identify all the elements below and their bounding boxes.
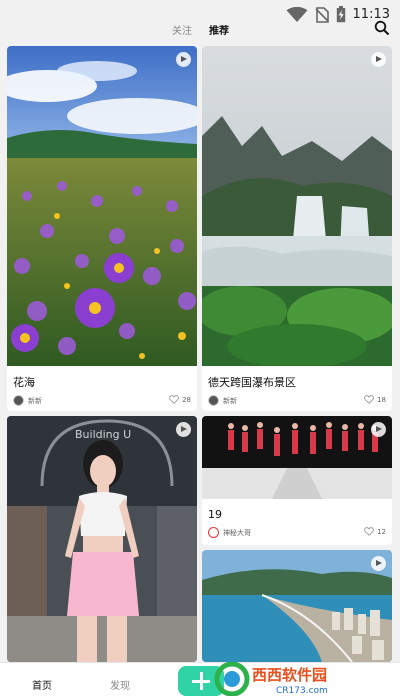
tab-follow[interactable]: 关注 xyxy=(172,22,192,37)
avatar[interactable] xyxy=(208,527,219,538)
card-meta: 新新 28 xyxy=(13,395,191,409)
watermark-logo: 西西软件园 CR173.com xyxy=(214,662,328,696)
card-title: 花海 xyxy=(13,376,35,389)
video-card-flower-sea[interactable]: 花海 新新 28 xyxy=(7,46,197,411)
play-icon xyxy=(371,52,386,67)
video-thumbnail: Building U xyxy=(7,416,197,662)
video-thumbnail xyxy=(202,416,392,499)
heart-icon xyxy=(364,395,374,404)
video-thumbnail xyxy=(202,550,392,662)
like-count-value: 12 xyxy=(377,527,386,536)
avatar[interactable] xyxy=(208,395,219,406)
video-card-waterfall[interactable]: 德天跨国瀑布景区 新新 18 xyxy=(202,46,392,411)
watermark-url: CR173.com xyxy=(276,686,328,696)
nav-home[interactable]: 首页 xyxy=(32,677,52,692)
play-icon xyxy=(176,52,191,67)
author-name[interactable]: 神秘大哥 xyxy=(223,528,251,538)
video-card-dancer[interactable]: Building U xyxy=(7,416,197,662)
heart-icon xyxy=(169,395,179,404)
like-count[interactable]: 12 xyxy=(364,527,386,536)
like-count[interactable]: 18 xyxy=(364,395,386,404)
video-thumbnail xyxy=(202,46,392,366)
play-icon xyxy=(371,556,386,571)
no-sim-icon xyxy=(314,6,329,23)
tab-recommend[interactable]: 推荐 xyxy=(209,22,229,37)
author-name[interactable]: 新新 xyxy=(28,396,42,406)
card-title: 19 xyxy=(208,508,222,521)
card-meta: 新新 18 xyxy=(208,395,386,409)
card-meta: 神秘大哥 12 xyxy=(208,527,386,541)
author-name[interactable]: 新新 xyxy=(223,396,237,406)
wifi-icon xyxy=(286,6,308,22)
like-count-value: 18 xyxy=(377,395,386,404)
play-icon xyxy=(371,422,386,437)
video-card-19[interactable]: 19 神秘大哥 12 xyxy=(202,416,392,545)
sign-text: Building U xyxy=(75,428,131,441)
like-count[interactable]: 28 xyxy=(169,395,191,404)
nav-discover[interactable]: 发现 xyxy=(110,677,130,692)
like-count-value: 28 xyxy=(182,395,191,404)
video-thumbnail xyxy=(7,46,197,366)
top-bar: 关注 推荐 11:13 xyxy=(0,0,400,44)
video-card-coast[interactable] xyxy=(202,550,392,662)
card-title: 德天跨国瀑布景区 xyxy=(208,376,296,389)
avatar[interactable] xyxy=(13,395,24,406)
heart-icon xyxy=(364,527,374,536)
search-icon[interactable] xyxy=(374,20,390,36)
watermark-brand: 西西软件园 xyxy=(252,666,327,684)
battery-charging-icon xyxy=(336,6,345,23)
play-icon xyxy=(176,422,191,437)
